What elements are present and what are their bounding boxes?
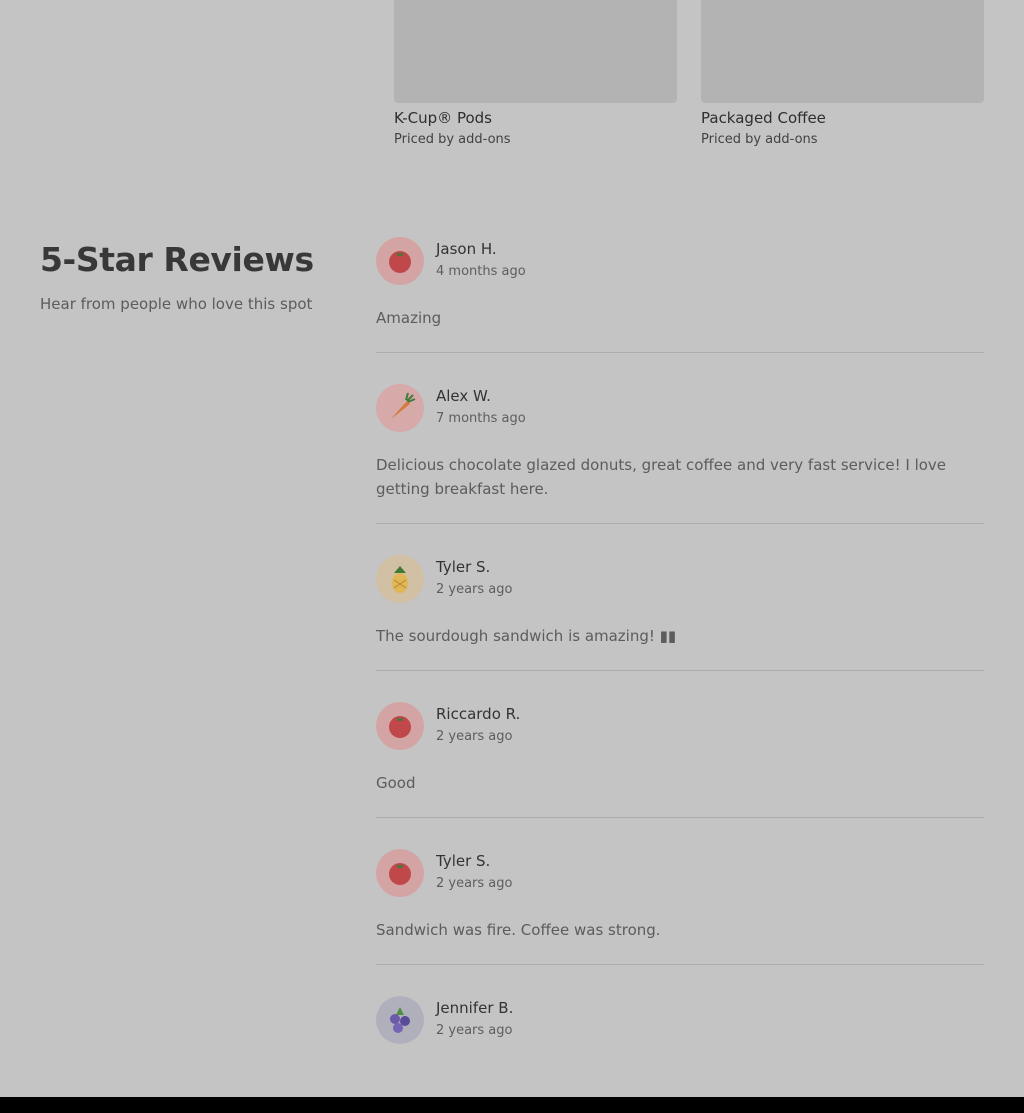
reviews-heading: 5-Star Reviews Hear from people who love…	[40, 238, 314, 314]
product-price: Priced by add-ons	[394, 132, 511, 147]
reviewer-name: Alex W.	[436, 387, 491, 405]
pineapple-icon	[376, 555, 424, 603]
review-text: Delicious chocolate glazed donuts, great…	[376, 456, 947, 498]
reviewer-name: Tyler S.	[436, 852, 491, 870]
review-meta: Tyler S. 2 years ago	[436, 555, 512, 599]
review-header: Tyler S. 2 years ago	[376, 555, 984, 603]
review-item: Riccardo R. 2 years ago Good	[376, 702, 984, 818]
carrot-icon	[376, 384, 424, 432]
review-header: Tyler S. 2 years ago	[376, 849, 984, 897]
review-meta: Riccardo R. 2 years ago	[436, 702, 520, 746]
bottom-bar	[0, 1097, 1024, 1113]
product-name: Packaged Coffee	[701, 109, 826, 127]
tomato-icon	[376, 702, 424, 750]
review-meta: Alex W. 7 months ago	[436, 384, 526, 428]
tomato-icon	[376, 849, 424, 897]
tomato-icon	[376, 237, 424, 285]
reviewer-name: Riccardo R.	[436, 705, 521, 723]
section-subtitle: Hear from people who love this spot	[40, 295, 313, 313]
review-text: Amazing	[376, 309, 442, 327]
reviewer-name: Jason H.	[436, 240, 497, 258]
review-item: Tyler S. 2 years ago Sandwich was fire. …	[376, 849, 984, 965]
review-text: Sandwich was fire. Coffee was strong.	[376, 921, 661, 939]
review-header: Jennifer B. 2 years ago	[376, 996, 984, 1044]
review-date: 2 years ago	[436, 876, 513, 891]
review-item: Jennifer B. 2 years ago	[376, 996, 984, 1066]
review-date: 7 months ago	[436, 411, 526, 426]
product-image-placeholder[interactable]	[394, 0, 677, 103]
review-meta: Jennifer B. 2 years ago	[436, 996, 513, 1040]
review-meta: Jason H. 4 months ago	[436, 237, 526, 281]
review-item: Jason H. 4 months ago Amazing	[376, 237, 984, 353]
review-item: Tyler S. 2 years ago The sourdough sandw…	[376, 555, 984, 671]
section-title: 5-Star Reviews	[40, 240, 314, 279]
review-header: Riccardo R. 2 years ago	[376, 702, 984, 750]
product-image-placeholder[interactable]	[701, 0, 984, 103]
review-text: Good	[376, 774, 416, 792]
product-card-k-cup-pods[interactable]: K-Cup® Pods Priced by add-ons	[394, 0, 677, 149]
review-header: Jason H. 4 months ago	[376, 237, 984, 285]
reviewer-name: Tyler S.	[436, 558, 491, 576]
product-card-packaged-coffee[interactable]: Packaged Coffee Priced by add-ons	[701, 0, 984, 149]
review-date: 4 months ago	[436, 264, 526, 279]
review-meta: Tyler S. 2 years ago	[436, 849, 512, 893]
review-date: 2 years ago	[436, 729, 513, 744]
review-text: The sourdough sandwich is amazing! ▮▮	[376, 627, 677, 645]
review-date: 2 years ago	[436, 582, 513, 597]
reviewer-name: Jennifer B.	[436, 999, 514, 1017]
review-item: Alex W. 7 months ago Delicious chocolate…	[376, 384, 984, 524]
product-price: Priced by add-ons	[701, 132, 818, 147]
product-row: K-Cup® Pods Priced by add-ons Packaged C…	[394, 0, 984, 160]
review-date: 2 years ago	[436, 1023, 513, 1038]
review-header: Alex W. 7 months ago	[376, 384, 984, 432]
product-name: K-Cup® Pods	[394, 109, 492, 127]
review-list: Jason H. 4 months ago Amazing Alex W. 7 …	[376, 237, 984, 1066]
blueberry-icon	[376, 996, 424, 1044]
